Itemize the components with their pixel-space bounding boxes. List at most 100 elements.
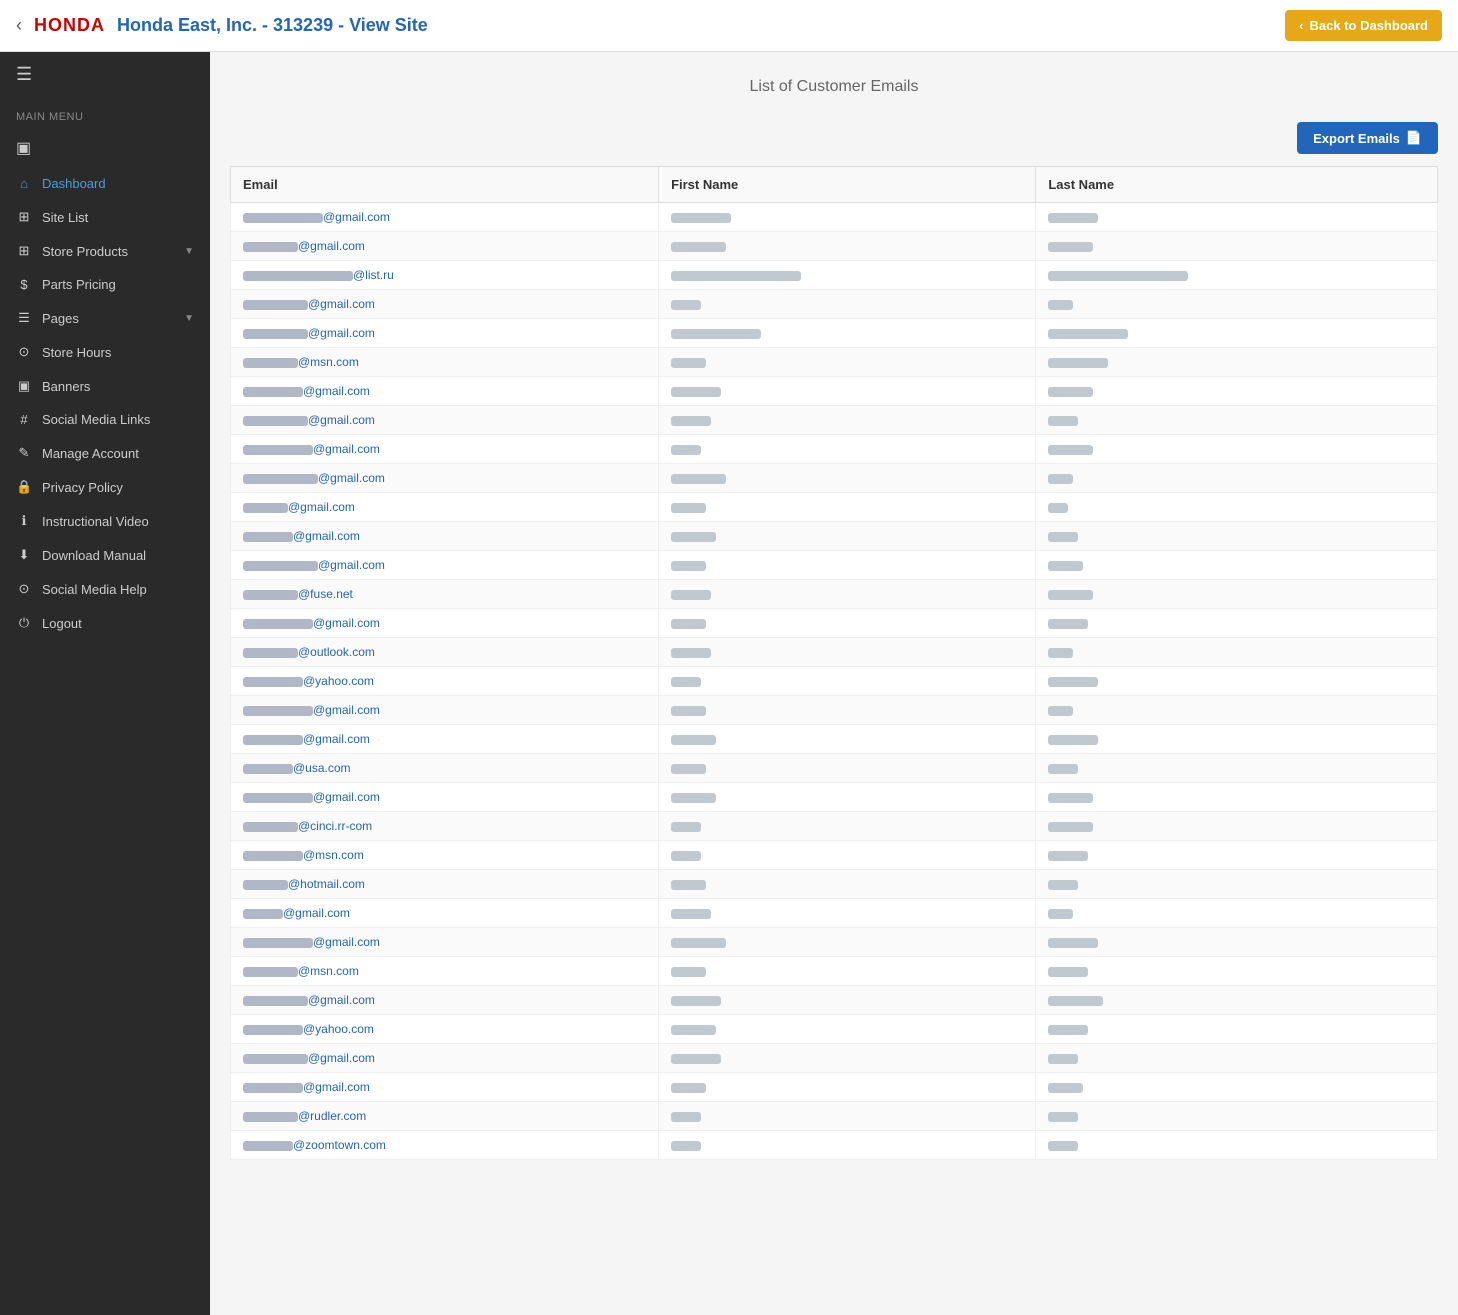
email-cell: @gmail.com	[231, 609, 659, 638]
sidebar: ☰ Main Menu ▣ ⌂ Dashboard ⊞ Site List ⊞ …	[0, 52, 210, 1315]
export-emails-button[interactable]: Export Emails 📄	[1297, 122, 1438, 154]
sidebar-item-label: Download Manual	[42, 548, 146, 563]
table-row: @gmail.com	[231, 406, 1438, 435]
back-chevron-icon: ‹	[1299, 18, 1303, 33]
table-row: @gmail.com	[231, 232, 1438, 261]
table-row: @yahoo.com	[231, 1015, 1438, 1044]
table-row: @gmail.com	[231, 377, 1438, 406]
email-cell: @gmail.com	[231, 203, 659, 232]
last-name-cell	[1036, 667, 1438, 696]
close-button[interactable]: ‹	[16, 15, 22, 36]
first-name-cell	[659, 667, 1036, 696]
sidebar-item-label: Dashboard	[42, 176, 106, 191]
table-row: @gmail.com	[231, 203, 1438, 232]
dollar-icon: $	[16, 277, 32, 292]
grid-icon: ⊞	[16, 209, 32, 225]
sidebar-item-instructional-video[interactable]: ℹ Instructional Video	[0, 504, 210, 538]
first-name-cell	[659, 580, 1036, 609]
info-icon: ℹ	[16, 513, 32, 529]
last-name-cell	[1036, 551, 1438, 580]
email-cell: @gmail.com	[231, 725, 659, 754]
sidebar-item-label: Parts Pricing	[42, 277, 116, 292]
sidebar-item-row: Pages ▼	[42, 311, 194, 326]
email-table: Email First Name Last Name @gmail.com@gm…	[230, 166, 1438, 1160]
sidebar-item-pages[interactable]: ☰ Pages ▼	[0, 301, 210, 335]
sidebar-item-site-list[interactable]: ⊞ Site List	[0, 200, 210, 234]
sidebar-item-privacy-policy[interactable]: 🔒 Privacy Policy	[0, 470, 210, 504]
sidebar-item-store-products[interactable]: ⊞ Store Products ▼	[0, 234, 210, 268]
last-name-cell	[1036, 928, 1438, 957]
sidebar-item-logout[interactable]: ⏻ Logout	[0, 606, 210, 640]
email-cell: @cinci.rr-com	[231, 812, 659, 841]
sidebar-item-parts-pricing[interactable]: $ Parts Pricing	[0, 268, 210, 301]
pages-icon: ☰	[16, 310, 32, 326]
email-cell: @msn.com	[231, 841, 659, 870]
hamburger-button[interactable]: ☰	[0, 52, 210, 97]
image-icon: ▣	[16, 378, 32, 394]
col-email: Email	[231, 167, 659, 203]
sidebar-item-label: Social Media Help	[42, 582, 147, 597]
email-cell: @gmail.com	[231, 783, 659, 812]
email-cell: @gmail.com	[231, 696, 659, 725]
chevron-down-icon: ▼	[184, 313, 194, 324]
email-cell: @gmail.com	[231, 406, 659, 435]
email-cell: @list.ru	[231, 261, 659, 290]
last-name-cell	[1036, 522, 1438, 551]
edit-icon: ✎	[16, 445, 32, 461]
first-name-cell	[659, 290, 1036, 319]
email-cell: @zoomtown.com	[231, 1131, 659, 1160]
last-name-cell	[1036, 580, 1438, 609]
last-name-cell	[1036, 1102, 1438, 1131]
last-name-cell	[1036, 290, 1438, 319]
last-name-cell	[1036, 957, 1438, 986]
sidebar-item-banners[interactable]: ▣ Banners	[0, 369, 210, 403]
email-cell: @gmail.com	[231, 377, 659, 406]
back-to-dashboard-button[interactable]: ‹ Back to Dashboard	[1285, 10, 1442, 41]
top-header: ‹ HONDA Honda East, Inc. - 313239 - View…	[0, 0, 1458, 52]
email-cell: @gmail.com	[231, 493, 659, 522]
last-name-cell	[1036, 725, 1438, 754]
chevron-down-icon: ▼	[184, 246, 194, 257]
last-name-cell	[1036, 1044, 1438, 1073]
last-name-cell	[1036, 812, 1438, 841]
sidebar-item-download-manual[interactable]: ⬇ Download Manual	[0, 538, 210, 572]
last-name-cell	[1036, 638, 1438, 667]
table-row: @rudler.com	[231, 1102, 1438, 1131]
last-name-cell	[1036, 348, 1438, 377]
help-icon: ⊙	[16, 581, 32, 597]
email-cell: @gmail.com	[231, 899, 659, 928]
first-name-cell	[659, 435, 1036, 464]
last-name-cell	[1036, 1015, 1438, 1044]
first-name-cell	[659, 493, 1036, 522]
monitor-icon-button[interactable]: ▣	[0, 129, 210, 167]
sidebar-item-store-hours[interactable]: ⊙ Store Hours	[0, 335, 210, 369]
first-name-cell	[659, 203, 1036, 232]
first-name-cell	[659, 725, 1036, 754]
last-name-cell	[1036, 696, 1438, 725]
sidebar-item-label: Social Media Links	[42, 412, 150, 427]
monitor-icon: ▣	[16, 138, 31, 158]
last-name-cell	[1036, 1073, 1438, 1102]
sidebar-item-social-media-links[interactable]: # Social Media Links	[0, 403, 210, 436]
first-name-cell	[659, 986, 1036, 1015]
last-name-cell	[1036, 203, 1438, 232]
email-cell: @gmail.com	[231, 1073, 659, 1102]
sidebar-item-manage-account[interactable]: ✎ Manage Account	[0, 436, 210, 470]
sidebar-item-dashboard[interactable]: ⌂ Dashboard	[0, 167, 210, 200]
first-name-cell	[659, 841, 1036, 870]
table-row: @gmail.com	[231, 696, 1438, 725]
table-row: @gmail.com	[231, 435, 1438, 464]
content-area: List of Customer Emails Export Emails 📄 …	[210, 52, 1458, 1315]
content-inner: List of Customer Emails Export Emails 📄 …	[210, 52, 1458, 1315]
header-left: ‹ HONDA Honda East, Inc. - 313239 - View…	[16, 15, 428, 36]
sidebar-item-social-media-help[interactable]: ⊙ Social Media Help	[0, 572, 210, 606]
last-name-cell	[1036, 377, 1438, 406]
export-icon: 📄	[1406, 130, 1422, 146]
email-cell: @outlook.com	[231, 638, 659, 667]
last-name-cell	[1036, 261, 1438, 290]
first-name-cell	[659, 232, 1036, 261]
first-name-cell	[659, 812, 1036, 841]
email-cell: @gmail.com	[231, 290, 659, 319]
export-label: Export Emails	[1313, 131, 1400, 146]
logout-icon: ⏻	[16, 615, 32, 631]
